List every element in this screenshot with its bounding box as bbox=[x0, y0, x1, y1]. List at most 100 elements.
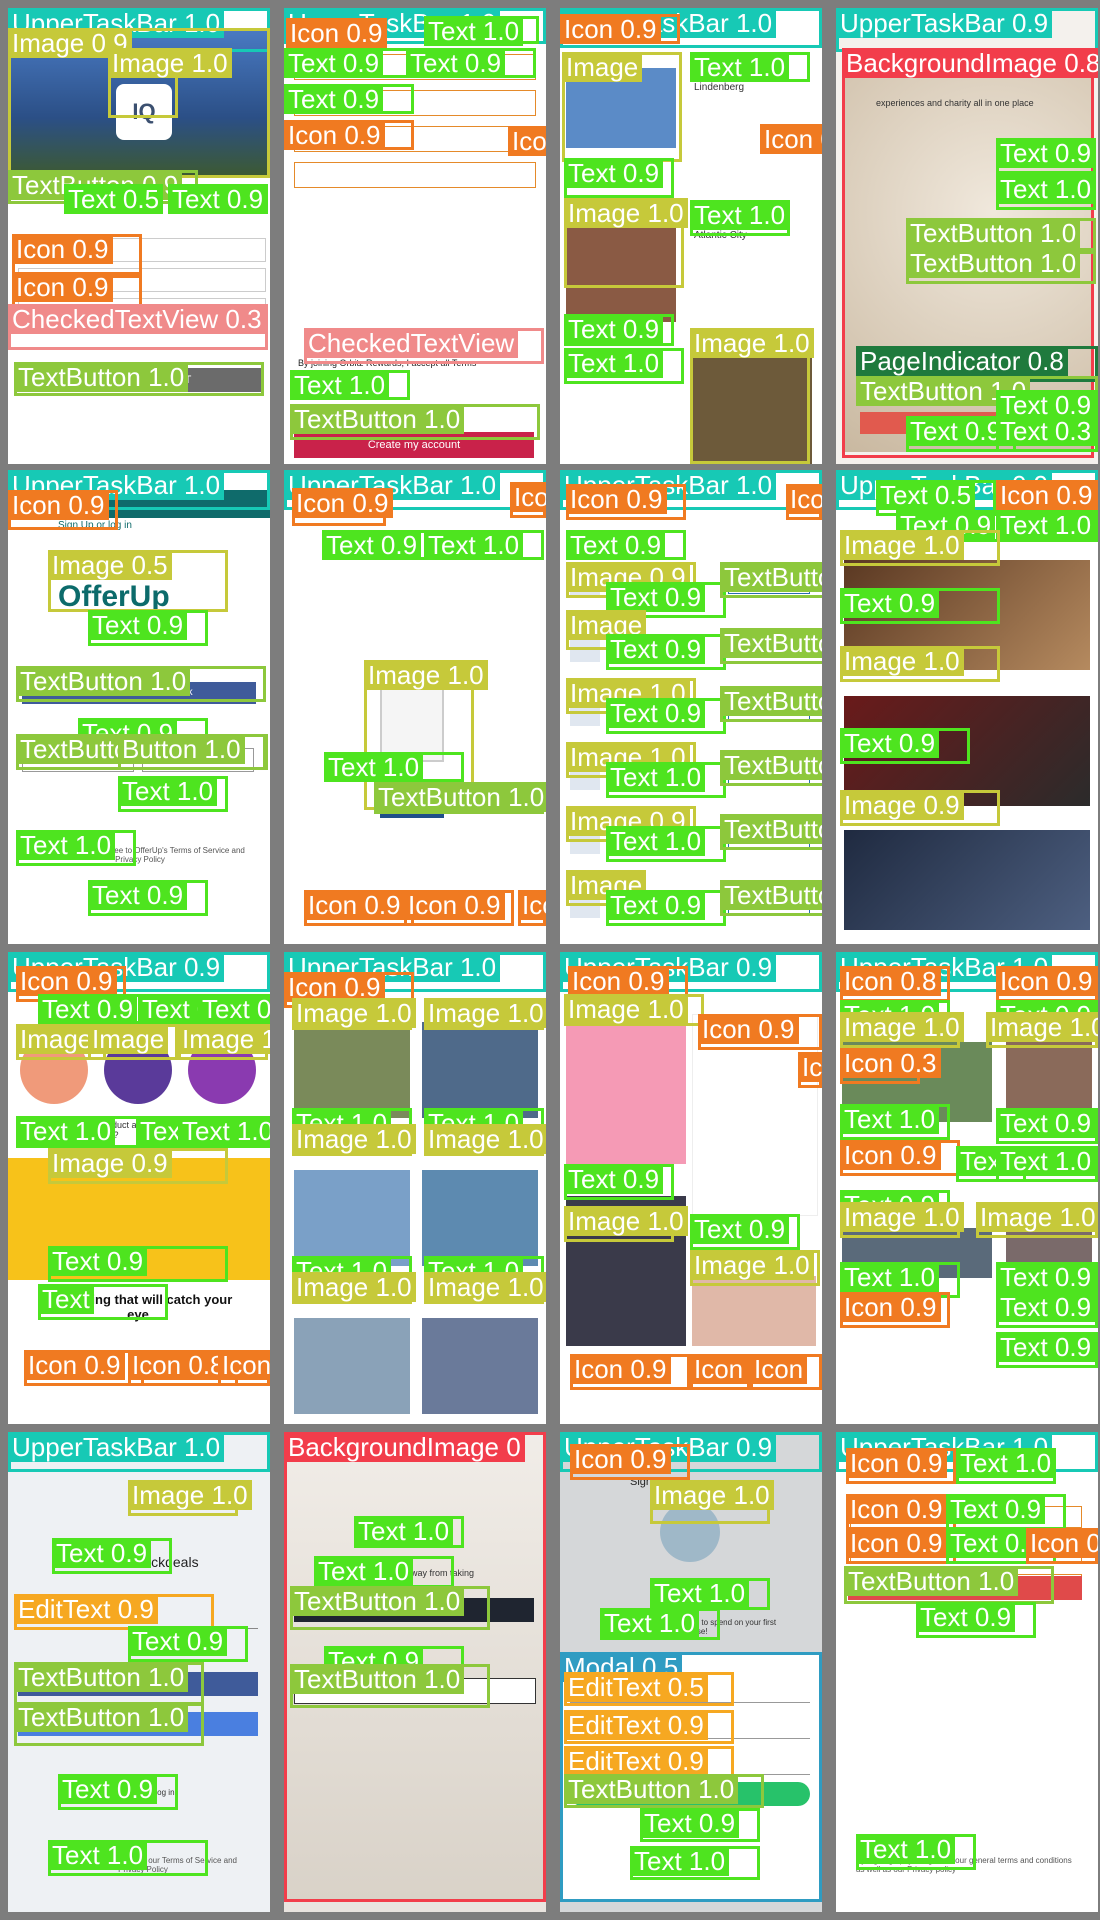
detection-label: Image 1.0 bbox=[564, 1206, 688, 1236]
detection-label: Text 0.9 bbox=[284, 48, 384, 78]
photo-tile[interactable] bbox=[422, 1170, 538, 1266]
detection-label: Text 0.9 bbox=[840, 728, 940, 758]
detection-label: Icon 0.9 bbox=[1026, 1528, 1098, 1558]
detection-box: TextButton bbox=[720, 686, 822, 722]
form-field[interactable] bbox=[294, 162, 536, 188]
detection-box: Image 1.0 bbox=[424, 998, 546, 1030]
detection-box: Text 1.0 bbox=[606, 762, 726, 798]
detection-label: Text 0.9 bbox=[840, 588, 940, 618]
detection-label: TextButton 1.0 bbox=[14, 362, 189, 392]
detection-label: Text 0.9 bbox=[996, 1108, 1096, 1138]
detection-box: TextButton 1.0 bbox=[290, 1586, 490, 1630]
detection-box: TextButton 1.0 bbox=[906, 248, 1096, 284]
screenshot-cell: WelcomeYou're just a few steps away from… bbox=[284, 1432, 546, 1912]
photo-tile[interactable] bbox=[294, 1170, 410, 1266]
screenshot-cell: Sign Up or log inOfferUpbuy. sell. simpl… bbox=[8, 470, 270, 944]
detection-label: Text 1.0 bbox=[324, 752, 424, 782]
detection-box: Text 0.9 bbox=[690, 1214, 800, 1250]
detection-label: Image 1.0 bbox=[292, 1124, 416, 1154]
detection-label: Text 1.0 bbox=[290, 370, 390, 400]
pattern-image[interactable] bbox=[566, 1014, 686, 1164]
detection-label: Text 0.9 bbox=[606, 582, 706, 612]
detection-label: CheckedTextView 0.3 bbox=[8, 304, 266, 334]
detection-label: BackgroundImage 0.8 bbox=[842, 48, 1098, 78]
detection-label: Text 0.9 bbox=[640, 1808, 740, 1838]
screenshot-cell: ConnectForgot password?By signing up, yo… bbox=[836, 1432, 1098, 1912]
detection-label: Text 0.9 bbox=[906, 416, 1006, 446]
detection-label: Text 0.9 bbox=[88, 610, 188, 640]
detection-label: Image 1.0 bbox=[178, 1024, 270, 1054]
photo-tile[interactable] bbox=[294, 1022, 410, 1118]
detection-label: BackgroundImage 0 bbox=[284, 1432, 525, 1462]
detection-label: Text 0.9 bbox=[564, 158, 664, 188]
detection-label: Text 1.0 bbox=[600, 1608, 700, 1638]
detection-box: Text 1.0 bbox=[996, 510, 1098, 542]
photo-tile[interactable] bbox=[422, 1022, 538, 1118]
detection-box: TextButton 1.0 bbox=[14, 362, 264, 396]
detection-label: Text 0.9 bbox=[48, 1246, 148, 1276]
detection-label: Text 1.0 bbox=[996, 174, 1096, 204]
detection-box: Icon bbox=[786, 484, 822, 520]
detection-label: TextButton 1.0 bbox=[290, 404, 465, 434]
detection-label: Icon 0.9 bbox=[846, 1528, 947, 1558]
detection-box: Text 0.9 bbox=[996, 1332, 1098, 1368]
detection-label: Icon 0.9 bbox=[218, 1350, 270, 1380]
detection-label: Image 1.0 bbox=[424, 998, 546, 1028]
detection-label: TextButton 1.0 bbox=[564, 1774, 739, 1804]
detection-label: Text 0.9 bbox=[58, 1774, 158, 1804]
detection-label: Icon bbox=[750, 1354, 808, 1384]
detection-label: Text 0.9 bbox=[996, 1332, 1096, 1362]
pattern-image[interactable] bbox=[692, 1276, 816, 1346]
detection-box: EditText 0.5 bbox=[564, 1672, 734, 1706]
detection-box: Text 0.9 bbox=[606, 634, 726, 670]
detection-label: TextButton 1.0 bbox=[720, 562, 822, 592]
detection-box: Text 1.0 bbox=[48, 1840, 208, 1876]
detection-box: Image 1.0 bbox=[650, 1480, 774, 1524]
detection-label: Text 0.9 bbox=[606, 698, 706, 728]
fashion-image bbox=[844, 830, 1090, 930]
detection-box: Icon 0.8 bbox=[508, 126, 546, 156]
detection-box: Icon 0.9 bbox=[846, 1528, 956, 1564]
photo-tile[interactable] bbox=[422, 1318, 538, 1414]
detection-label: Icon 0.9 bbox=[996, 480, 1097, 510]
detection-box: EditText 0.9 bbox=[564, 1710, 734, 1744]
detection-box: Text 1.0 bbox=[600, 1608, 720, 1640]
detection-box: Text 1.0 bbox=[956, 1448, 1056, 1484]
detection-label: UpperTaskBar 0.9 bbox=[836, 8, 1053, 38]
detection-label: Text 1.0 bbox=[118, 776, 218, 806]
detection-box: Text 1.0 bbox=[178, 1116, 270, 1148]
detection-label: Image 1.0 bbox=[564, 994, 688, 1024]
detection-box: Image 1.0 bbox=[840, 530, 1000, 566]
detection-box: Icon 0.9 bbox=[566, 484, 686, 520]
detection-box: TextButton 1.0 bbox=[290, 404, 540, 440]
detection-label: Text 1.0 bbox=[690, 200, 790, 230]
detection-label: Image 1.0 bbox=[564, 198, 688, 228]
detection-label: Icon 0.9 bbox=[286, 18, 387, 48]
detection-box: Text 1.0 bbox=[996, 174, 1096, 210]
detection-box: UpperTaskBar 1.0 bbox=[8, 1432, 270, 1472]
detection-box: Text 0.9 bbox=[840, 728, 970, 764]
detection-box: Image 0.5 bbox=[48, 550, 228, 612]
detection-label: Icon 0.8 bbox=[128, 1350, 229, 1380]
detection-label: TextButton 1.0 bbox=[290, 1586, 465, 1616]
detection-label: TextButton 1.0 bbox=[720, 628, 822, 658]
detection-box: Image 1.0 bbox=[564, 994, 704, 1026]
detection-label: Text 0.9 bbox=[88, 880, 188, 910]
detection-label: Icon 0.9 bbox=[840, 1292, 941, 1322]
detection-box: Text 0.5 bbox=[64, 184, 164, 214]
detection-label: Text 0.9 bbox=[168, 184, 268, 214]
detection-label: Text 0.9 bbox=[564, 1164, 664, 1194]
detection-label: Icon 0.8 bbox=[840, 966, 941, 996]
detection-label: Text 1.0 bbox=[354, 1516, 454, 1546]
detection-label: Image 1.0 bbox=[976, 1202, 1098, 1232]
detection-box: Image 1.0 bbox=[690, 328, 814, 464]
detection-box: Text 1.0 bbox=[354, 1516, 464, 1548]
detection-label: Icon 0.9 bbox=[996, 966, 1097, 996]
detection-label: Icon 0.3 bbox=[798, 1052, 822, 1082]
photo-tile[interactable] bbox=[294, 1318, 410, 1414]
detection-label: Text 1.0 bbox=[956, 1448, 1056, 1478]
detection-box: Icon 0.9 bbox=[404, 890, 514, 926]
detection-box: Text 0.9 bbox=[284, 84, 414, 114]
detection-label: Icon 0.9 bbox=[8, 490, 109, 520]
detection-box: Text 0.9 bbox=[58, 1774, 178, 1810]
